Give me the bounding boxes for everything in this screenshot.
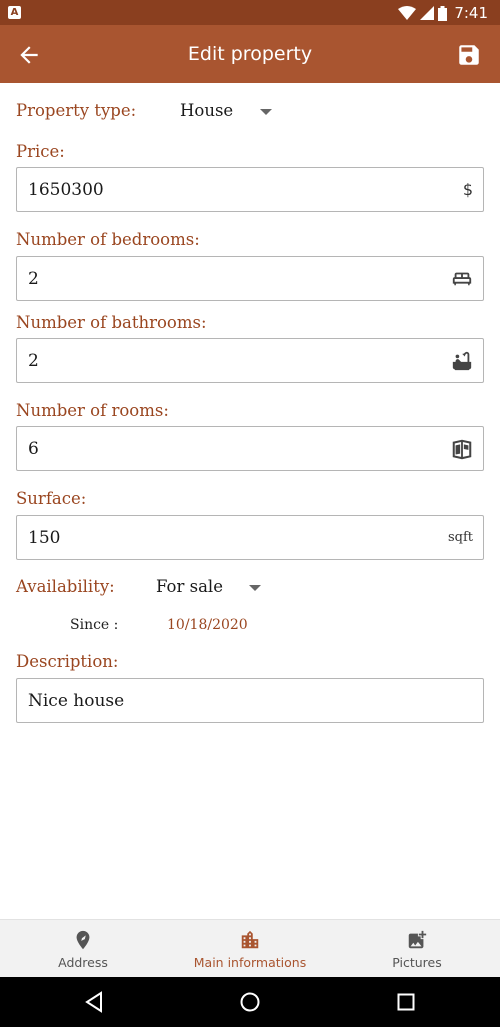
nav-item-main-informations[interactable]: Main informations xyxy=(167,920,333,978)
surface-label: Surface: xyxy=(16,489,87,508)
page-title: Edit property xyxy=(187,43,313,65)
availability-select[interactable]: For sale xyxy=(156,577,223,597)
nav-label-address: Address xyxy=(58,955,108,970)
surface-value: 150 xyxy=(28,528,61,548)
property-type-label: Property type: xyxy=(16,101,137,120)
property-type-caret-icon[interactable] xyxy=(260,109,272,115)
bed-icon xyxy=(451,268,473,290)
nav-label-pictures: Pictures xyxy=(392,955,442,970)
wifi-icon xyxy=(398,6,416,20)
app-bar: Edit property xyxy=(0,25,500,83)
rooms-icon xyxy=(451,438,473,460)
bedrooms-field[interactable]: 2 xyxy=(16,256,484,301)
surface-field[interactable]: 150 sqft xyxy=(16,515,484,560)
property-type-select[interactable]: House xyxy=(180,101,233,121)
availability-caret-icon[interactable] xyxy=(249,585,261,591)
since-date[interactable]: 10/18/2020 xyxy=(167,616,248,634)
battery-icon xyxy=(438,5,447,21)
bathrooms-value: 2 xyxy=(28,351,39,371)
save-icon[interactable] xyxy=(456,42,482,68)
status-time: 7:41 xyxy=(454,4,488,22)
availability-label: Availability: xyxy=(16,577,115,596)
description-value: Nice house xyxy=(28,691,125,711)
system-navigation-bar xyxy=(0,977,500,1027)
description-field[interactable]: Nice house xyxy=(16,678,484,723)
rooms-label: Number of rooms: xyxy=(16,401,169,420)
signal-icon xyxy=(420,6,434,20)
nav-item-address[interactable]: Address xyxy=(0,920,166,978)
location-pin-icon xyxy=(76,930,90,950)
description-label: Description: xyxy=(16,652,119,671)
nav-label-main-informations: Main informations xyxy=(193,955,307,970)
status-icons xyxy=(398,5,447,21)
sqft-suffix: sqft xyxy=(447,530,473,545)
bedrooms-label: Number of bedrooms: xyxy=(16,230,200,249)
bathrooms-label: Number of bathrooms: xyxy=(16,313,207,332)
since-label: Since : xyxy=(70,617,119,633)
rooms-value: 6 xyxy=(28,439,39,459)
price-label: Price: xyxy=(16,142,65,161)
home-circle-icon[interactable] xyxy=(238,990,262,1014)
bottom-navigation: Address Main informations Pictures xyxy=(0,919,500,977)
bedrooms-value: 2 xyxy=(28,269,39,289)
rooms-field[interactable]: 6 xyxy=(16,426,484,471)
bathtub-icon xyxy=(451,350,473,372)
price-value: 1650300 xyxy=(28,180,104,200)
notification-app-icon: A xyxy=(8,6,21,19)
nav-item-pictures[interactable]: Pictures xyxy=(334,920,500,978)
dollar-suffix: $ xyxy=(462,180,473,199)
status-bar: A 7:41 xyxy=(0,0,500,25)
back-triangle-icon[interactable] xyxy=(82,990,106,1014)
building-icon xyxy=(241,930,259,949)
bathrooms-field[interactable]: 2 xyxy=(16,338,484,383)
price-field[interactable]: 1650300 $ xyxy=(16,167,484,212)
add-photo-icon xyxy=(408,930,427,949)
recents-square-icon[interactable] xyxy=(394,990,418,1014)
